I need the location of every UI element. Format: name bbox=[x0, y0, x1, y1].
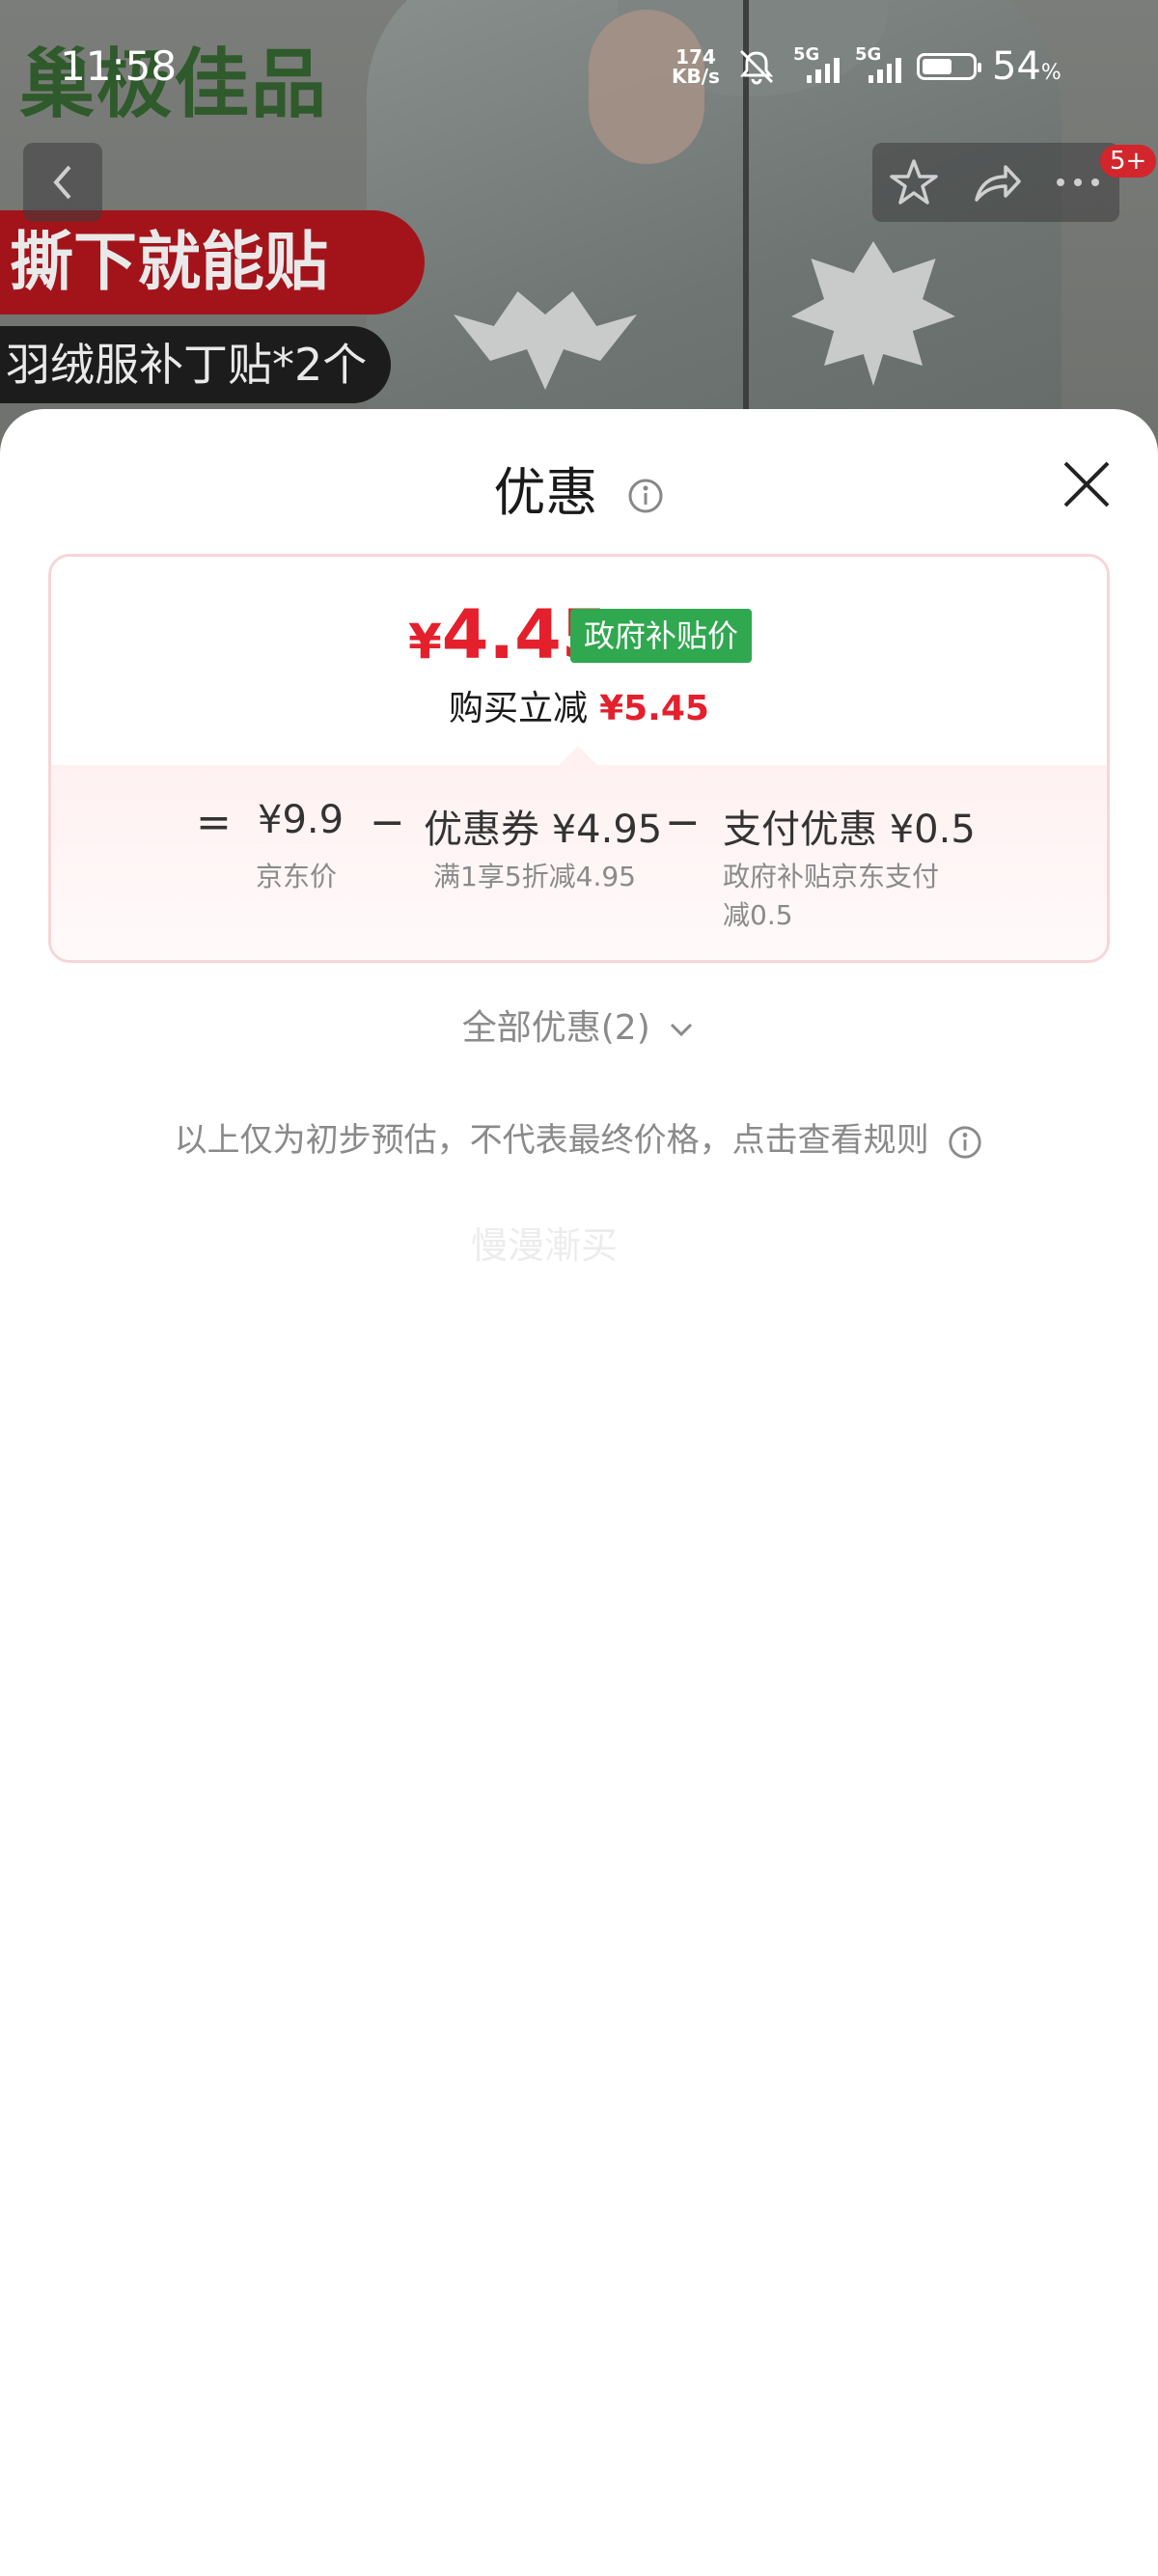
info-icon[interactable] bbox=[626, 477, 665, 515]
notification-badge: 5+ bbox=[1100, 145, 1157, 178]
battery-icon bbox=[916, 53, 981, 80]
discount-sheet: 优惠 ¥4.45 政府补贴价 购买立减¥5.45 = ¥9.9 京东价 − 优 bbox=[0, 409, 1158, 2576]
status-icons: 174 KB/s 5G 5G 54% bbox=[672, 44, 1062, 89]
coupon-desc: 满1享5折减4.95 bbox=[433, 861, 636, 892]
price-formula: = ¥9.9 京东价 − 优惠券 ¥4.95 满1享5折减4.95 − 支付优惠… bbox=[51, 798, 1107, 943]
instant-discount: 购买立减 ¥5.45 bbox=[449, 689, 709, 728]
faded-text: 慢漫漸买 bbox=[471, 1224, 619, 1267]
minus-sign: − bbox=[665, 798, 701, 847]
price-breakdown-card: ¥4.45 政府补贴价 购买立减 ¥5.45 = ¥9.9 京东价 − 优惠券 ¥… bbox=[48, 554, 1110, 963]
promo-banner-sub: 羽绒服补丁贴*2个 bbox=[0, 326, 391, 403]
all-offers-toggle[interactable]: 全部优惠(2) bbox=[0, 1000, 1158, 1050]
minus-sign: − bbox=[370, 798, 405, 847]
info-icon bbox=[949, 1125, 982, 1159]
back-button[interactable] bbox=[23, 143, 102, 222]
sheet-title: 优惠 bbox=[0, 450, 1158, 526]
equals-sign: = bbox=[196, 798, 232, 847]
nav-actions bbox=[872, 143, 1119, 222]
signal-icon-2: 5G bbox=[855, 44, 901, 83]
caret-pointer bbox=[559, 746, 597, 765]
more-icon[interactable] bbox=[1051, 155, 1105, 209]
price-disclaimer[interactable]: 以上仅为初步预估，不代表最终价格，点击查看规则 bbox=[0, 1113, 1158, 1161]
close-icon[interactable] bbox=[1056, 453, 1117, 515]
payment-discount-desc: 政府补贴京东支付 减0.5 bbox=[723, 861, 940, 931]
star-icon[interactable] bbox=[887, 155, 941, 209]
disclaimer-text: 以上仅为初步预估，不代表最终价格，点击查看规则 bbox=[174, 1121, 929, 1160]
jd-price-label: 京东价 bbox=[256, 861, 338, 892]
battery-percent: 54% bbox=[991, 44, 1062, 89]
chevron-down-icon bbox=[671, 1023, 693, 1037]
share-icon[interactable] bbox=[969, 155, 1023, 209]
jd-price-value: ¥9.9 bbox=[258, 798, 345, 842]
status-time: 11:58 bbox=[60, 42, 178, 90]
status-bar: 11:58 174 KB/s 5G 5G 54% bbox=[0, 0, 1158, 135]
chevron-left-icon bbox=[53, 165, 71, 200]
price-summary: ¥4.45 政府补贴价 购买立减 ¥5.45 bbox=[51, 557, 1107, 765]
payment-discount-value: 支付优惠 ¥0.5 bbox=[723, 808, 976, 852]
gov-subsidy-tag: 政府补贴价 bbox=[570, 609, 753, 663]
all-offers-label: 全部优惠(2) bbox=[461, 1008, 650, 1048]
network-speed: 174 KB/s bbox=[672, 45, 720, 88]
promo-banner-main: 撕下就能贴 bbox=[0, 210, 425, 315]
sheet-title-text: 优惠 bbox=[493, 462, 598, 523]
mute-bell-icon bbox=[739, 49, 774, 85]
coupon-value: 优惠券 ¥4.95 bbox=[424, 808, 663, 852]
signal-icon-1: 5G bbox=[793, 44, 840, 83]
